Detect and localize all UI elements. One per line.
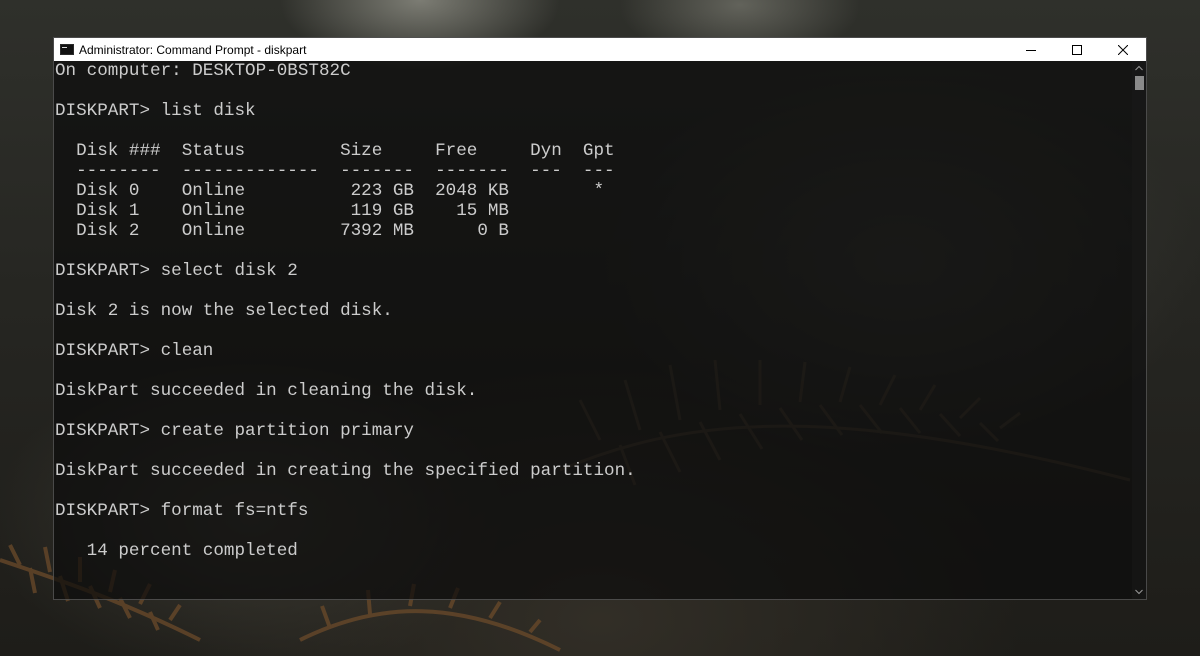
chevron-up-icon — [1135, 65, 1143, 71]
cmd-icon[interactable] — [60, 44, 74, 55]
terminal-line: Disk ### Status Size Free Dyn Gpt — [55, 141, 615, 161]
maximize-icon — [1072, 44, 1082, 55]
terminal-line: On computer: DESKTOP-0BST82C — [55, 61, 351, 81]
close-icon — [1118, 44, 1128, 55]
chevron-down-icon — [1135, 589, 1143, 595]
vertical-scrollbar[interactable] — [1132, 61, 1146, 599]
terminal-line: -------- ------------- ------- ------- -… — [55, 161, 615, 181]
maximize-button[interactable] — [1054, 38, 1100, 61]
terminal-line: DISKPART> select disk 2 — [55, 261, 298, 281]
terminal-line: Disk 2 is now the selected disk. — [55, 301, 393, 321]
terminal-output[interactable]: On computer: DESKTOP-0BST82C DISKPART> l… — [54, 61, 1132, 599]
terminal-line: DiskPart succeeded in cleaning the disk. — [55, 381, 478, 401]
terminal-line: DISKPART> format fs=ntfs — [55, 501, 309, 521]
window-title: Administrator: Command Prompt - diskpart — [79, 42, 307, 57]
title-bar[interactable]: Administrator: Command Prompt - diskpart — [54, 38, 1146, 61]
minimize-icon — [1026, 49, 1036, 51]
minimize-button[interactable] — [1008, 38, 1054, 61]
window-controls — [1008, 38, 1146, 61]
close-button[interactable] — [1100, 38, 1146, 61]
terminal-text: On computer: DESKTOP-0BST82C DISKPART> l… — [54, 61, 1132, 561]
terminal-line: Disk 1 Online 119 GB 15 MB — [55, 201, 509, 221]
terminal-line: DISKPART> list disk — [55, 101, 256, 121]
terminal-line: DiskPart succeeded in creating the speci… — [55, 461, 636, 481]
terminal-line: DISKPART> clean — [55, 341, 214, 361]
terminal-line: 14 percent completed — [55, 541, 298, 561]
scroll-down-button[interactable] — [1132, 585, 1146, 599]
command-prompt-window: Administrator: Command Prompt - diskpart — [53, 37, 1147, 600]
scrollbar-thumb[interactable] — [1135, 76, 1144, 90]
terminal-line: DISKPART> create partition primary — [55, 421, 414, 441]
scroll-up-button[interactable] — [1132, 61, 1146, 75]
terminal-line: Disk 0 Online 223 GB 2048 KB * — [55, 181, 605, 201]
terminal-line: Disk 2 Online 7392 MB 0 B — [55, 221, 509, 241]
desktop-background: Administrator: Command Prompt - diskpart — [0, 0, 1200, 656]
